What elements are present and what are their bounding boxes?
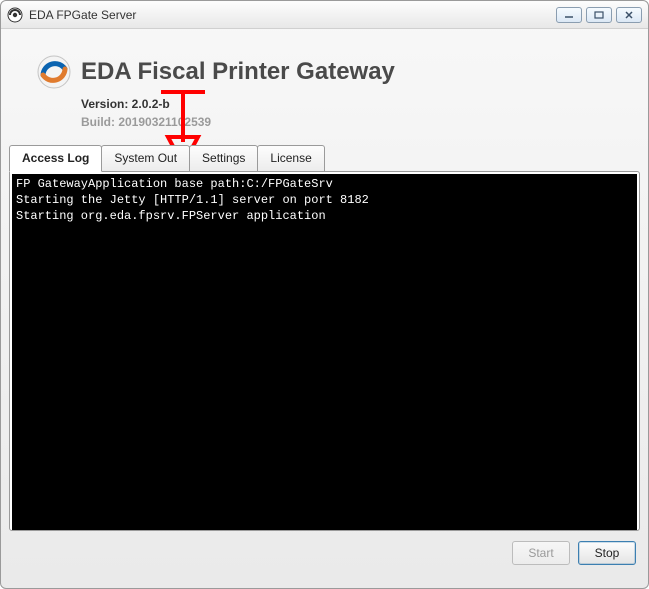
tab-access-log[interactable]: Access Log	[9, 145, 102, 172]
tab-system-out[interactable]: System Out	[101, 145, 190, 171]
app-icon	[7, 7, 23, 23]
tab-label: Access Log	[22, 151, 89, 165]
titlebar: EDA FPGate Server	[1, 1, 648, 29]
tab-strip: Access Log System Out Settings License	[1, 145, 648, 171]
version-label: Version: 2.0.2-b	[81, 97, 628, 111]
tab-label: Settings	[202, 151, 245, 165]
header: EDA Fiscal Printer Gateway Version: 2.0.…	[1, 29, 648, 139]
build-label: Build: 20190321102539	[81, 115, 628, 129]
window-title: EDA FPGate Server	[29, 8, 556, 22]
console-panel: FP GatewayApplication base path:C:/FPGat…	[9, 171, 640, 531]
minimize-button[interactable]	[556, 7, 582, 23]
tab-settings[interactable]: Settings	[189, 145, 258, 171]
tab-label: License	[270, 151, 311, 165]
tab-license[interactable]: License	[257, 145, 324, 171]
footer: Start Stop	[1, 531, 648, 575]
brand-title: EDA Fiscal Printer Gateway	[81, 58, 395, 86]
app-window: EDA FPGate Server EDA Fiscal Printer G	[0, 0, 649, 589]
app-logo-icon	[37, 55, 71, 89]
close-button[interactable]	[616, 7, 642, 23]
brand-row: EDA Fiscal Printer Gateway	[37, 55, 628, 89]
console-output[interactable]: FP GatewayApplication base path:C:/FPGat…	[12, 174, 637, 530]
stop-button[interactable]: Stop	[578, 541, 636, 565]
window-controls	[556, 7, 642, 23]
start-button[interactable]: Start	[512, 541, 570, 565]
maximize-button[interactable]	[586, 7, 612, 23]
tab-label: System Out	[114, 151, 177, 165]
